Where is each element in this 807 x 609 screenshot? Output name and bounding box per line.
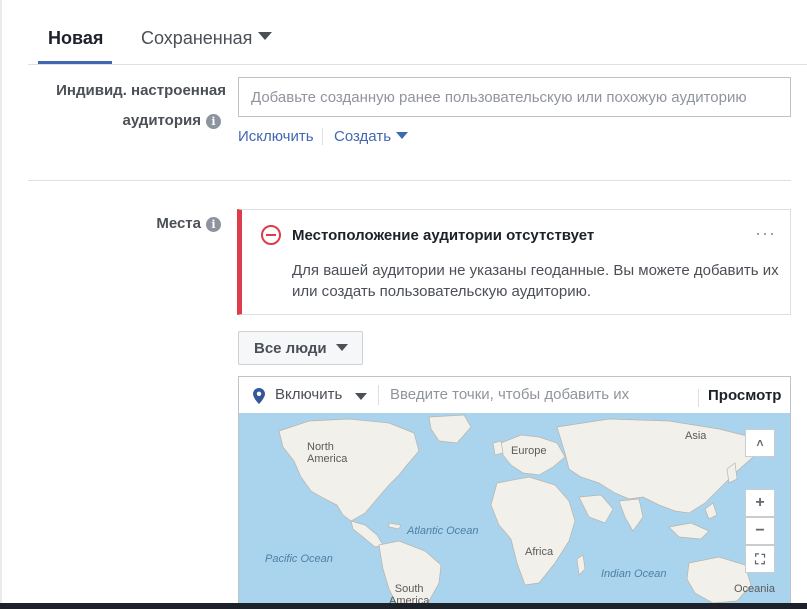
exclude-link[interactable]: Исключить <box>238 128 314 145</box>
fullscreen-button[interactable]: ⛶ <box>745 545 775 573</box>
tab-new[interactable]: Новая <box>48 28 103 49</box>
caret-down-icon <box>258 32 273 40</box>
people-filter-dropdown[interactable]: Все люди <box>238 331 363 365</box>
info-icon[interactable]: i <box>206 114 221 129</box>
caret-down-icon <box>335 344 348 351</box>
bottom-bar <box>0 603 807 609</box>
more-dots-icon[interactable]: ··· <box>755 223 776 244</box>
error-circle-icon <box>261 225 281 245</box>
location-separator <box>698 389 699 407</box>
places-label: Места i <box>120 215 221 232</box>
tabs-divider <box>28 64 807 65</box>
map-label-pacific: Pacific Ocean <box>265 553 333 565</box>
zoom-in-button[interactable]: + <box>745 489 775 517</box>
world-map[interactable]: North America Europe Asia Atlantic Ocean… <box>238 413 791 609</box>
caret-down-icon <box>396 132 409 139</box>
location-search-bar: Включить Введите точки, чтобы добавить и… <box>238 376 791 414</box>
custom-audience-label-line1: Индивид. настроенная <box>56 82 226 99</box>
map-label-africa: Africa <box>525 546 554 558</box>
custom-audience-input[interactable] <box>238 77 791 117</box>
places-label-text: Места <box>156 215 201 232</box>
map-label-indian: Indian Ocean <box>601 568 667 580</box>
tab-saved-label: Сохраненная <box>141 28 253 48</box>
location-mode-label[interactable]: Включить <box>275 386 342 403</box>
create-dropdown[interactable]: Создать <box>334 128 409 145</box>
collapse-map-button[interactable]: ˄ <box>745 429 775 457</box>
people-filter-label: Все люди <box>254 340 327 357</box>
browse-button[interactable]: Просмотр <box>708 387 781 404</box>
location-error-banner: Местоположение аудитории отсутствует Для… <box>237 209 791 315</box>
map-label-oceania: Oceania <box>734 583 775 595</box>
custom-audience-label-text: аудитория <box>122 112 201 129</box>
location-input[interactable]: Введите точки, чтобы добавить их <box>390 386 629 403</box>
map-label-atlantic: Atlantic Ocean <box>407 525 479 537</box>
custom-audience-label-line2: аудитория i <box>50 112 221 129</box>
map-label-asia: Asia <box>685 430 707 442</box>
error-title: Местоположение аудитории отсутствует <box>292 227 595 244</box>
left-rule <box>0 0 2 609</box>
section-divider <box>28 180 791 181</box>
audience-editor: Новая Сохраненная Индивид. настроенная а… <box>0 0 807 609</box>
info-icon[interactable]: i <box>206 217 221 232</box>
map-label-europe: Europe <box>511 445 547 457</box>
location-separator <box>378 385 379 405</box>
caret-down-icon[interactable] <box>355 393 367 400</box>
zoom-out-button[interactable]: − <box>745 517 775 545</box>
link-separator <box>322 128 323 145</box>
tab-saved[interactable]: Сохраненная <box>141 28 273 49</box>
create-link-label: Создать <box>334 128 392 145</box>
error-body: Для вашей аудитории не указаны геоданные… <box>292 262 779 300</box>
location-pin-icon <box>253 388 265 404</box>
map-label-north-america: North America <box>307 441 348 465</box>
